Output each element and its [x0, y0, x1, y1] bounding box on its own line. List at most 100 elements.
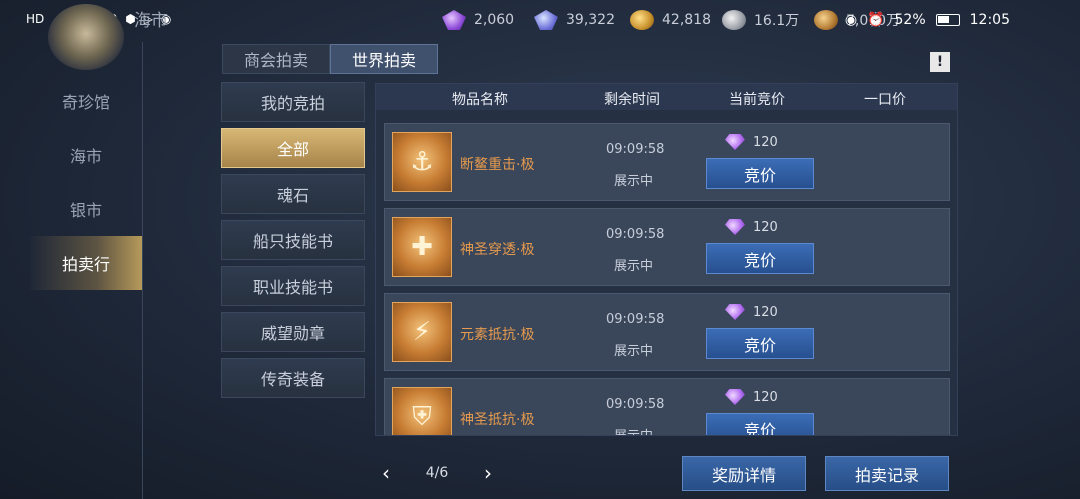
diamond-icon [725, 219, 745, 235]
category-soul-stone[interactable]: 魂石 [221, 174, 365, 214]
currency-item[interactable]: 2,060 [442, 8, 534, 32]
tab-guild-auction[interactable]: 商会拍卖 [222, 44, 330, 74]
item-name: 元素抵抗·极 [460, 327, 535, 343]
silver-coin-icon [722, 10, 746, 30]
category-label: 船只技能书 [252, 232, 333, 251]
column-header-time: 剩余时间 [604, 92, 660, 108]
page-indicator: 4/6 [425, 465, 449, 481]
element-resist-icon[interactable]: ⚡ [392, 302, 452, 362]
tab-label: 世界拍卖 [351, 51, 416, 70]
bid-button[interactable]: 竞价 [706, 328, 814, 359]
diamond-icon [725, 304, 745, 320]
currency-value: 16.1万 [754, 13, 800, 29]
table-rows: ⚓ 断鳌重击·极 09:09:58 展示中 120 竞价 ✚ 神圣穿透·极 09… [384, 123, 950, 435]
status-right: ◉ ⏰ 52% 12:05 [845, 12, 1010, 28]
left-nav-label: 海市 [69, 147, 102, 166]
bid-value: 120 [753, 134, 778, 150]
left-nav-label: 奇珍馆 [61, 93, 110, 112]
holy-resist-icon[interactable]: ⛨ [392, 387, 452, 435]
table-row[interactable]: ⚡ 元素抵抗·极 09:09:58 展示中 120 竞价 [384, 293, 950, 371]
gold-coin-icon [630, 10, 654, 30]
left-nav-label: 拍卖行 [61, 255, 110, 274]
currency-value: 39,322 [566, 12, 615, 28]
violet-gem-icon [534, 10, 558, 30]
category-label: 职业技能书 [252, 278, 333, 297]
bronze-coin-icon [814, 10, 838, 30]
category-label: 传奇装备 [260, 370, 325, 389]
item-name: 断鳌重击·极 [460, 157, 535, 173]
category-class-skill-book[interactable]: 职业技能书 [221, 266, 365, 306]
left-nav-item-sea-market[interactable]: 海市 [30, 128, 142, 182]
hd-icon: HD [26, 12, 45, 26]
bid-button[interactable]: 竞价 [706, 243, 814, 274]
whale-strike-icon[interactable]: ⚓ [392, 132, 452, 192]
tab-world-auction[interactable]: 世界拍卖 [330, 44, 438, 74]
left-nav-label: 银市 [69, 201, 102, 220]
bid-value: 120 [753, 304, 778, 320]
holy-pierce-icon[interactable]: ✚ [392, 217, 452, 277]
category-label: 我的竞拍 [260, 94, 325, 113]
diamond-icon [725, 389, 745, 405]
battery-percent: 52% [894, 12, 926, 28]
tab-label: 商会拍卖 [243, 51, 308, 70]
remaining-time: 09:09:58 [606, 312, 665, 327]
currency-value: 2,060 [474, 12, 515, 28]
bid-button[interactable]: 竞价 [706, 158, 814, 189]
category-prestige-medal[interactable]: 威望勋章 [221, 312, 365, 352]
current-bid: 120 [725, 389, 778, 405]
battery-icon [935, 14, 960, 26]
currency-item[interactable]: 42,818 [630, 8, 722, 32]
left-nav-item-silver-market[interactable]: 银市 [30, 182, 142, 236]
left-nav: 奇珍馆 海市 银市 拍卖行 [30, 74, 142, 290]
item-state: 展示中 [614, 344, 654, 359]
eye-icon: ◉ [844, 12, 858, 28]
column-header-item: 物品名称 [452, 92, 508, 108]
item-name: 神圣穿透·极 [460, 242, 535, 258]
chevron-right-icon[interactable]: › [484, 461, 492, 485]
category-list: 我的竞拍 全部 魂石 船只技能书 职业技能书 威望勋章 传奇装备 [221, 82, 365, 404]
pagination: ‹ 4/6 › [382, 458, 492, 488]
left-nav-item-treasure[interactable]: 奇珍馆 [30, 74, 142, 128]
bid-button[interactable]: 竞价 [706, 413, 814, 435]
item-name: 神圣抵抗·极 [460, 412, 535, 428]
chevron-left-icon[interactable]: ‹ [382, 461, 390, 485]
diamond-icon [725, 134, 745, 150]
info-button[interactable]: ! [930, 52, 950, 72]
category-legendary-gear[interactable]: 传奇装备 [221, 358, 365, 398]
auction-table: 物品名称 剩余时间 当前竞价 一口价 ⚓ 断鳌重击·极 09:09:58 展示中… [375, 83, 958, 436]
column-header-bid: 当前竞价 [729, 92, 785, 108]
left-nav-item-auction[interactable]: 拍卖行 [30, 236, 142, 290]
table-header: 物品名称 剩余时间 当前竞价 一口价 [376, 84, 957, 110]
item-state: 展示中 [614, 425, 653, 435]
item-state: 展示中 [614, 174, 654, 189]
currency-bar: 2,060 39,322 42,818 16.1万 7,010万 [442, 8, 906, 32]
category-label: 魂石 [276, 186, 309, 205]
current-bid: 120 [725, 134, 778, 150]
category-label: 威望勋章 [260, 324, 325, 343]
nav-divider [142, 42, 143, 499]
bid-value: 120 [753, 389, 778, 405]
page-title: 海市 [134, 11, 168, 31]
clock: 12:05 [969, 12, 1010, 28]
category-label: 全部 [276, 140, 309, 159]
currency-item[interactable]: 39,322 [534, 8, 630, 32]
remaining-time: 09:09:58 [606, 142, 665, 157]
category-all[interactable]: 全部 [221, 128, 365, 168]
table-row[interactable]: ✚ 神圣穿透·极 09:09:58 展示中 120 竞价 [384, 208, 950, 286]
current-bid: 120 [725, 219, 778, 235]
category-ship-skill-book[interactable]: 船只技能书 [221, 220, 365, 260]
item-state: 展示中 [614, 259, 654, 274]
purple-gem-icon [442, 10, 466, 30]
currency-item[interactable]: 16.1万 [722, 8, 814, 32]
auction-record-button[interactable]: 拍卖记录 [825, 456, 949, 491]
reward-details-button[interactable]: 奖励详情 [682, 456, 806, 491]
table-row[interactable]: ⚓ 断鳌重击·极 09:09:58 展示中 120 竞价 [384, 123, 950, 201]
category-my-bids[interactable]: 我的竞拍 [221, 82, 365, 122]
remaining-time: 09:09:58 [606, 397, 665, 412]
table-row[interactable]: ⛨ 神圣抵抗·极 09:09:58 展示中 120 竞价 [384, 378, 950, 435]
currency-value: 42,818 [662, 12, 711, 28]
remaining-time: 09:09:58 [606, 227, 665, 242]
bid-value: 120 [753, 219, 778, 235]
shop-emblem-icon[interactable] [48, 4, 124, 70]
auction-tabs: 商会拍卖 世界拍卖 [222, 44, 438, 74]
